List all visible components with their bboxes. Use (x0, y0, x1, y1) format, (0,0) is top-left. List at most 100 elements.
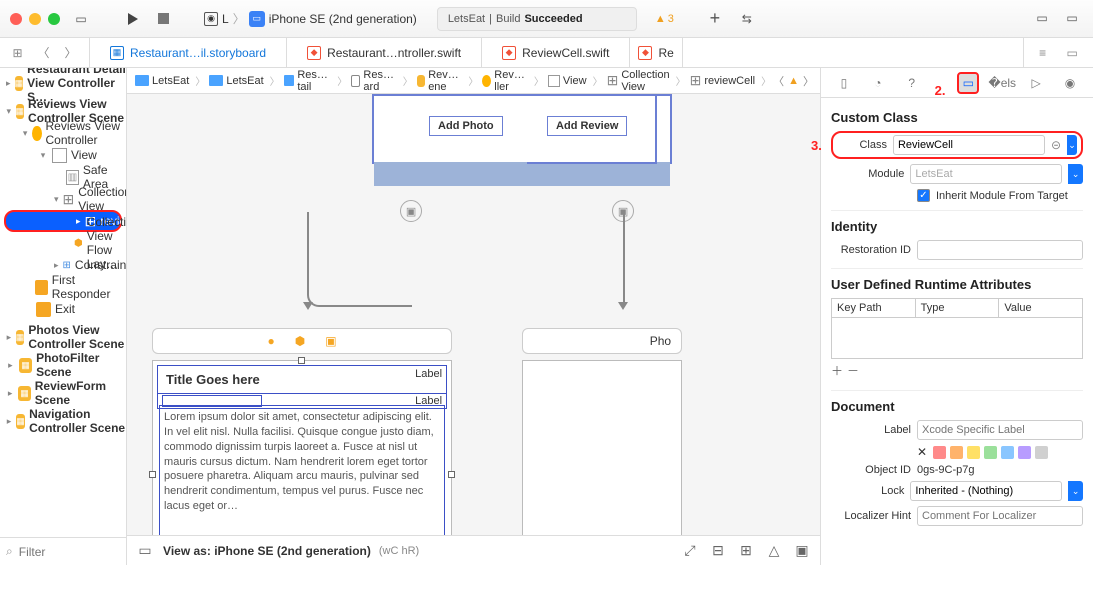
interface-builder-canvas[interactable]: Add Photo Add Review ▣ ▣ ● ⬢ ▣ Pho (127, 94, 820, 535)
connections-inspector-tab[interactable]: ◉ (1059, 72, 1081, 94)
toolbar: ▭ ◉ L 〉 ▭ iPhone SE (2nd generation) Let… (0, 0, 1093, 38)
canvas-bottom-bar: ▭ View as: iPhone SE (2nd generation) (w… (127, 535, 820, 565)
scene-nav[interactable]: ▸▦ Navigation Controller Scene (0, 410, 126, 432)
inherit-module-checkbox[interactable]: ✓ (917, 189, 930, 202)
reviews-view-controller[interactable]: ▾ Reviews View Controller (0, 122, 126, 144)
review-cell-design[interactable]: Title Goes here Label Label Lorem ipsum … (152, 360, 452, 535)
udra-add-button[interactable]: ＋ (831, 362, 843, 379)
nav-back-icon[interactable]: 〈 (38, 44, 50, 61)
outline-filter: ⌕ (0, 537, 126, 565)
toggle-outline-icon[interactable]: ▭ (135, 542, 155, 559)
callout-3: 3. (811, 138, 822, 153)
view-as-label[interactable]: View as: iPhone SE (2nd generation) (163, 544, 371, 558)
lock-select[interactable] (910, 481, 1062, 501)
tab-storyboard[interactable]: ▦ Restaurant…il.storyboard (90, 38, 287, 67)
doc-label-input[interactable] (917, 420, 1083, 440)
toggle-navigator-icon[interactable]: ▭ (70, 9, 92, 29)
scene-icon: ▦ (15, 76, 24, 91)
module-dropdown-icon[interactable]: ⌄ (1068, 164, 1083, 184)
photos-cell-design[interactable] (522, 360, 682, 535)
add-review-button[interactable]: Add Review (547, 116, 627, 136)
scene-icon: ▦ (18, 386, 30, 401)
file-inspector-tab[interactable]: ▯ (833, 72, 855, 94)
history-inspector-tab[interactable]: ◔ (867, 72, 889, 94)
run-button[interactable] (122, 9, 144, 29)
scene-icon (417, 75, 425, 87)
pin-icon[interactable]: ⊞ (736, 542, 756, 559)
library-button[interactable]: ▭ (1031, 8, 1053, 28)
storyboard-icon (351, 75, 360, 87)
udra-table[interactable]: Key Path Type Value (831, 298, 1083, 359)
nav-forward-icon[interactable]: 〉 (65, 44, 77, 61)
collectionview-icon (607, 72, 619, 89)
flow-layout-node[interactable]: ⬢ Collection View Flow Lay… (0, 232, 126, 254)
align-icon[interactable]: ⊟ (708, 542, 728, 559)
jump-bar[interactable]: LetsEat LetsEat Res…tail Res…ard Rev…ene… (127, 68, 820, 94)
tab-overflow[interactable]: ◆ Re (630, 38, 682, 67)
issue-indicator[interactable]: ▲ (788, 75, 799, 87)
restoration-id-input[interactable] (917, 240, 1083, 260)
minimize-window-button[interactable] (29, 13, 41, 25)
class-label: Class (837, 139, 887, 151)
clear-class-icon[interactable]: ⊝ (1051, 138, 1061, 152)
related-items-icon[interactable]: ⊞ (12, 46, 22, 60)
localizer-hint-input[interactable] (917, 506, 1083, 526)
lock-dropdown-icon[interactable]: ⌄ (1068, 481, 1083, 501)
scheme-device-label: iPhone SE (2nd generation) (269, 12, 417, 26)
storyboard-icon: ▦ (110, 46, 124, 60)
scheme-selector[interactable]: ◉ L 〉 ▭ iPhone SE (2nd generation) (204, 10, 417, 27)
viewcontroller-icon: ● (268, 334, 275, 348)
add-button[interactable]: + (704, 9, 726, 29)
module-input[interactable] (910, 164, 1062, 184)
zoom-window-button[interactable] (48, 13, 60, 25)
collection-view-node[interactable]: ▾ Collection View 1. (0, 188, 126, 210)
filter-icon: ⌕ (6, 544, 13, 559)
class-input[interactable] (893, 135, 1045, 155)
scene-restaurant-detail[interactable]: ▸▦ Restaurant Detail View Controller S… (0, 72, 126, 94)
filter-input[interactable] (19, 545, 127, 559)
toggle-inspector-icon[interactable]: ▭ (1061, 8, 1083, 28)
tab-reviewcell[interactable]: ◆ ReviewCell.swift (482, 38, 630, 67)
jump-next-icon[interactable]: 〉 (803, 73, 814, 89)
view-icon (548, 75, 560, 87)
scene-icon: ▦ (16, 414, 25, 429)
reviews-scene-header[interactable]: ● ⬢ ▣ (152, 328, 452, 354)
photos-scene-header[interactable]: Pho (522, 328, 682, 354)
attributes-inspector-tab[interactable]: �els (991, 72, 1013, 94)
review-cell-canvas-top[interactable]: Add Review (527, 94, 657, 164)
editor-tabbar: ⊞ 〈 〉 ▦ Restaurant…il.storyboard ◆ Resta… (0, 38, 1093, 68)
tab-restaurant-controller[interactable]: ◆ Restaurant…ntroller.swift (287, 38, 482, 67)
udra-remove-button[interactable]: － (847, 362, 859, 379)
doc-label-clear-icon[interactable]: ✕ (917, 445, 927, 459)
code-review-button[interactable]: ⇆ (736, 9, 758, 29)
first-responder-node[interactable]: First Responder (0, 276, 126, 298)
first-responder-icon (35, 280, 48, 295)
size-inspector-tab[interactable]: ▷ (1025, 72, 1047, 94)
inspector-tabs: ▯ ◔ ? 2. ▭ �els ▷ ◉ (821, 68, 1093, 98)
jump-prev-icon[interactable]: 〈 (773, 73, 784, 89)
scene-icon: ▦ (16, 330, 25, 345)
scene-photofilter[interactable]: ▸▦ PhotoFilter Scene (0, 354, 126, 376)
stop-button[interactable] (152, 9, 174, 29)
warnings-indicator[interactable]: ▲ 3 (655, 13, 674, 25)
add-photo-button[interactable]: Add Photo (429, 116, 503, 136)
lock-label: Lock (831, 485, 904, 497)
label-color-swatches[interactable] (933, 446, 1048, 459)
editor-options-icon[interactable]: ≡ (1039, 46, 1046, 60)
help-inspector-tab[interactable]: ? (901, 72, 923, 94)
resolve-icon[interactable]: △ (764, 542, 784, 559)
identity-inspector-tab[interactable]: ▭ (957, 72, 979, 94)
size-class-label: (wC hR) (379, 545, 419, 557)
scene-photos[interactable]: ▸▦ Photos View Controller Scene (0, 326, 126, 348)
close-window-button[interactable] (10, 13, 22, 25)
view-icon (52, 148, 67, 163)
adjust-editor-icon[interactable]: ▭ (1066, 46, 1077, 60)
zoom-icon[interactable]: ⤢ (680, 542, 700, 559)
exit-icon (36, 302, 51, 317)
embed-icon[interactable]: ▣ (792, 542, 812, 559)
class-dropdown-icon[interactable]: ⌄ (1067, 135, 1077, 155)
exit-node[interactable]: Exit (0, 298, 126, 320)
scene-reviewform[interactable]: ▸▦ ReviewForm Scene (0, 382, 126, 404)
document-heading: Document (831, 399, 1083, 414)
inspector-panel: ▯ ◔ ? 2. ▭ �els ▷ ◉ Custom Class 3. Clas… (820, 68, 1093, 565)
